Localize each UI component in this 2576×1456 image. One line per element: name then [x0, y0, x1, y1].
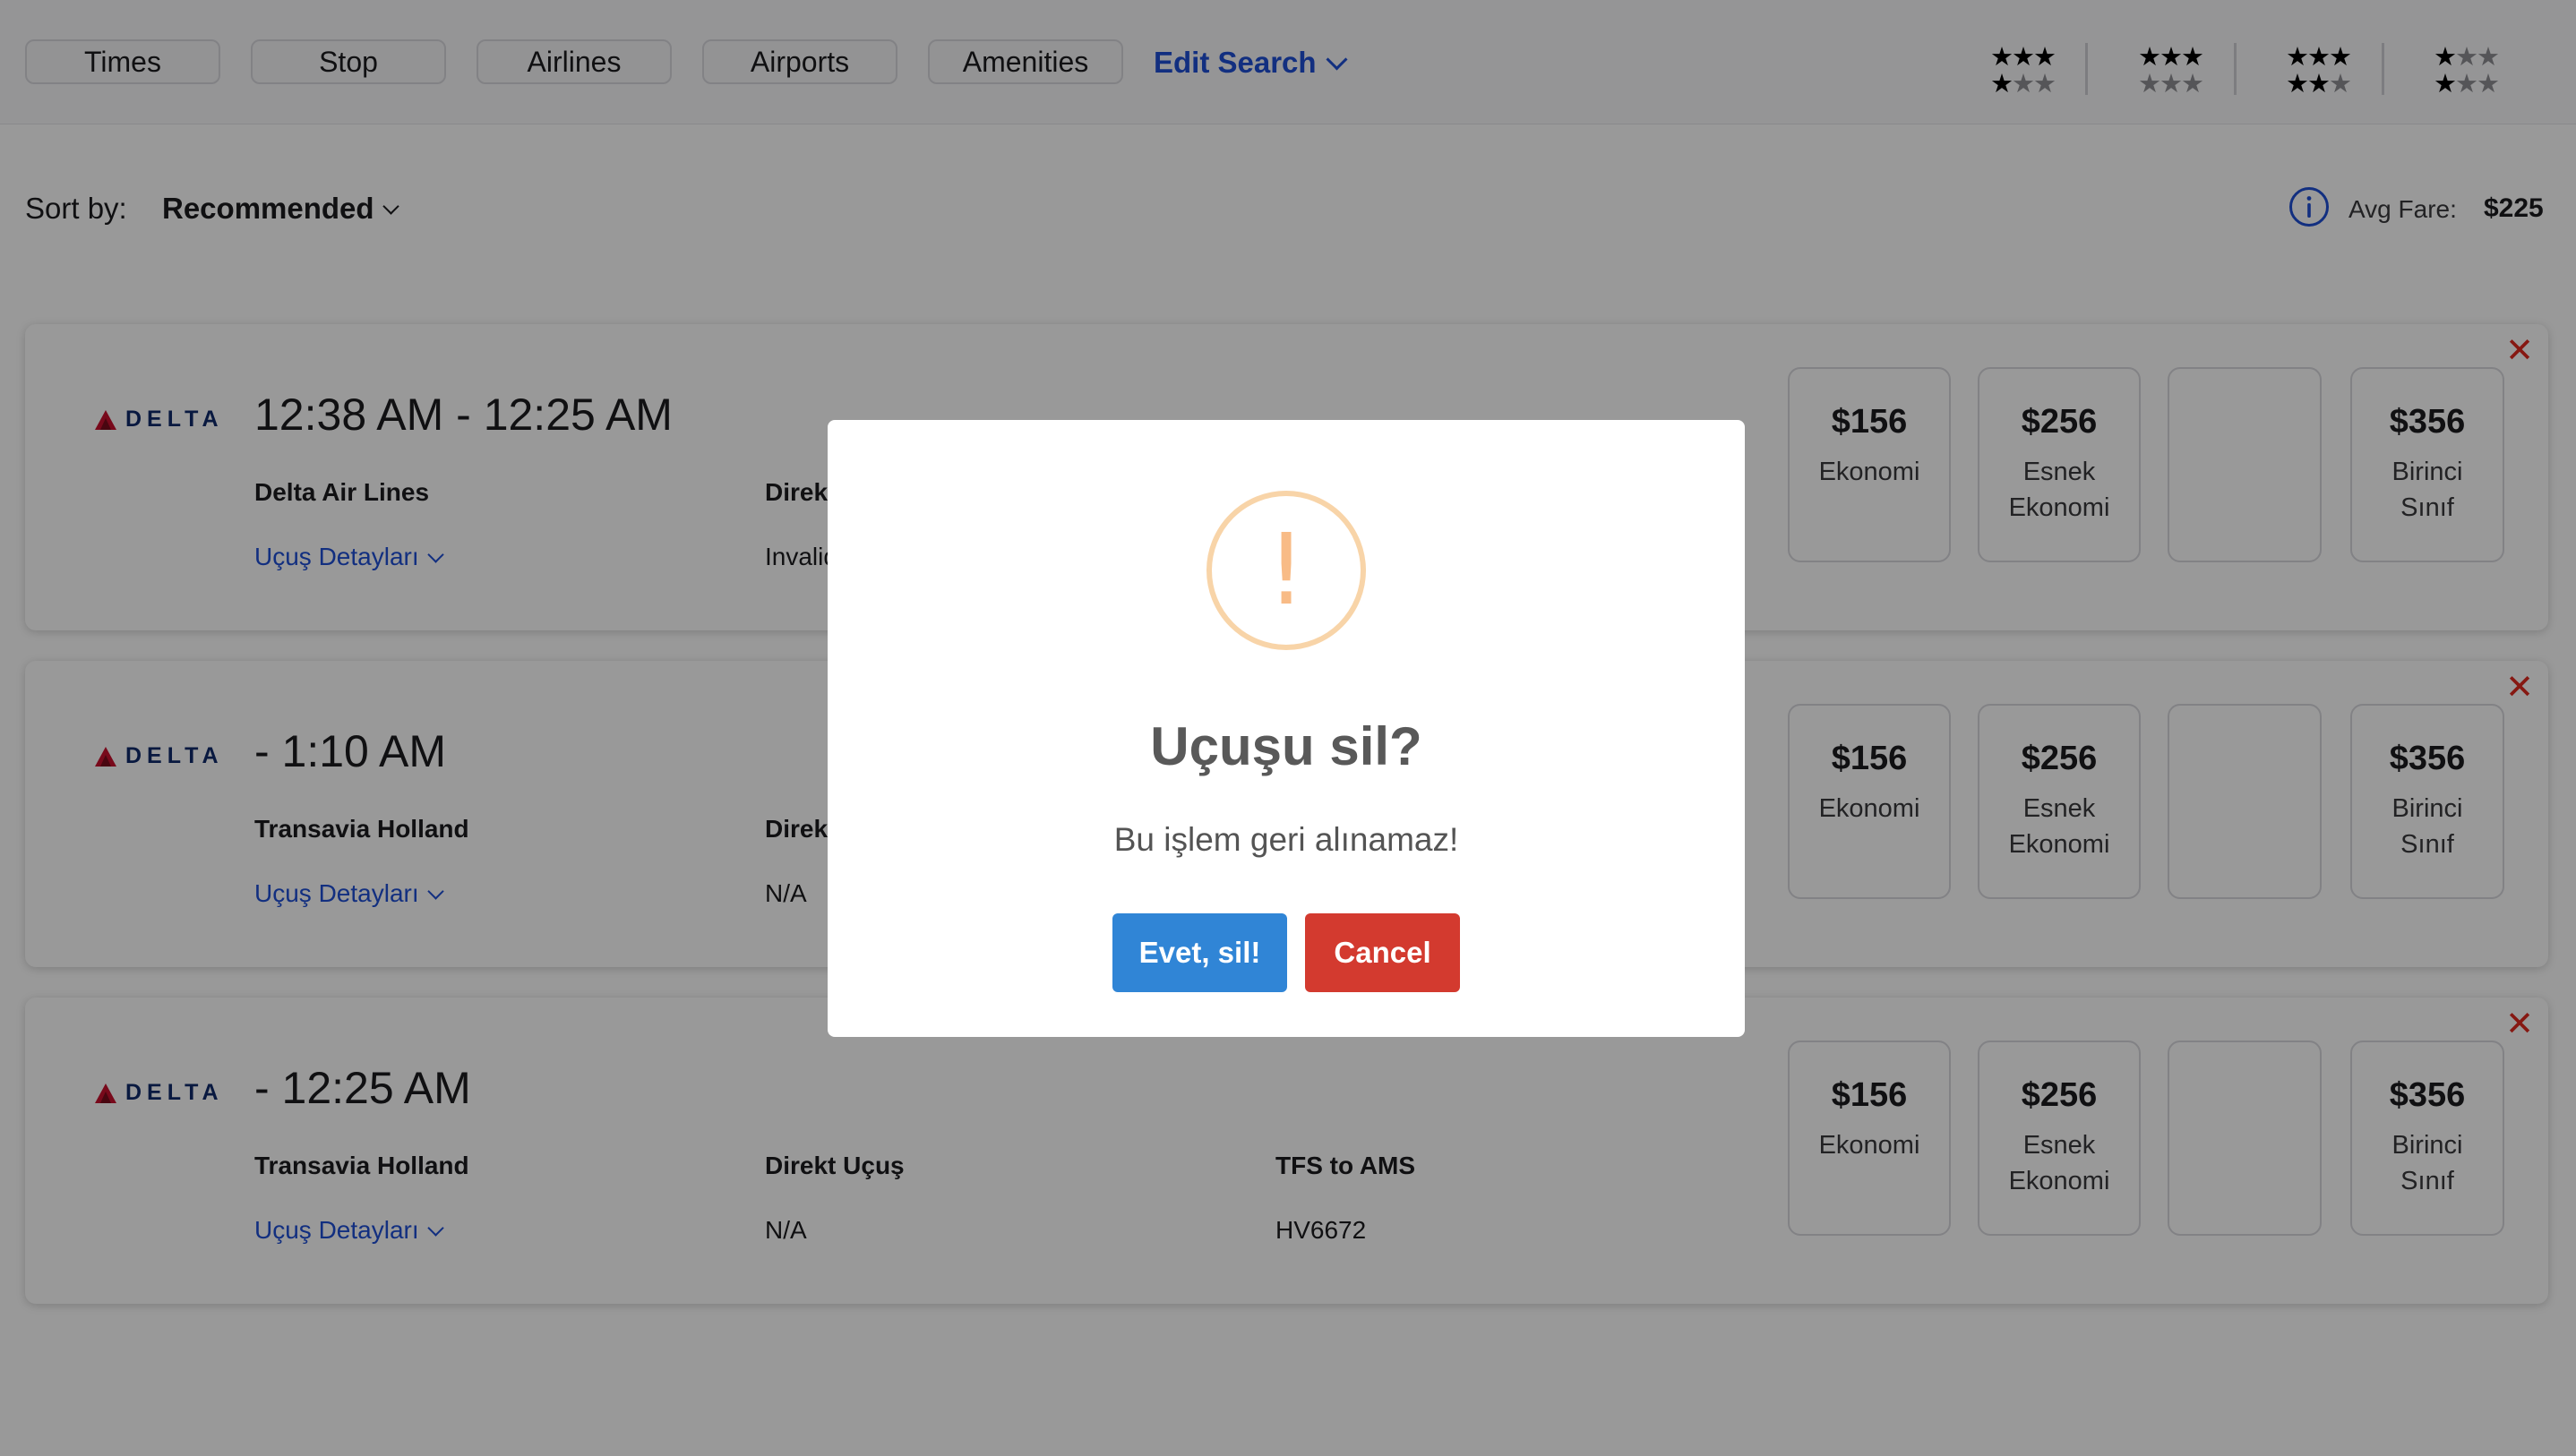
warning-icon: ! — [1206, 491, 1366, 650]
cancel-button[interactable]: Cancel — [1305, 913, 1460, 992]
delete-confirm-dialog: ! Uçuşu sil? Bu işlem geri alınamaz! Eve… — [828, 420, 1745, 1037]
dialog-text: Bu işlem geri alınamaz! — [1113, 821, 1459, 858]
confirm-delete-button[interactable]: Evet, sil! — [1112, 913, 1287, 992]
app: Times Stop Airlines Airports Amenities E… — [0, 0, 2576, 1456]
dialog-title: Uçuşu sil? — [1150, 716, 1422, 776]
